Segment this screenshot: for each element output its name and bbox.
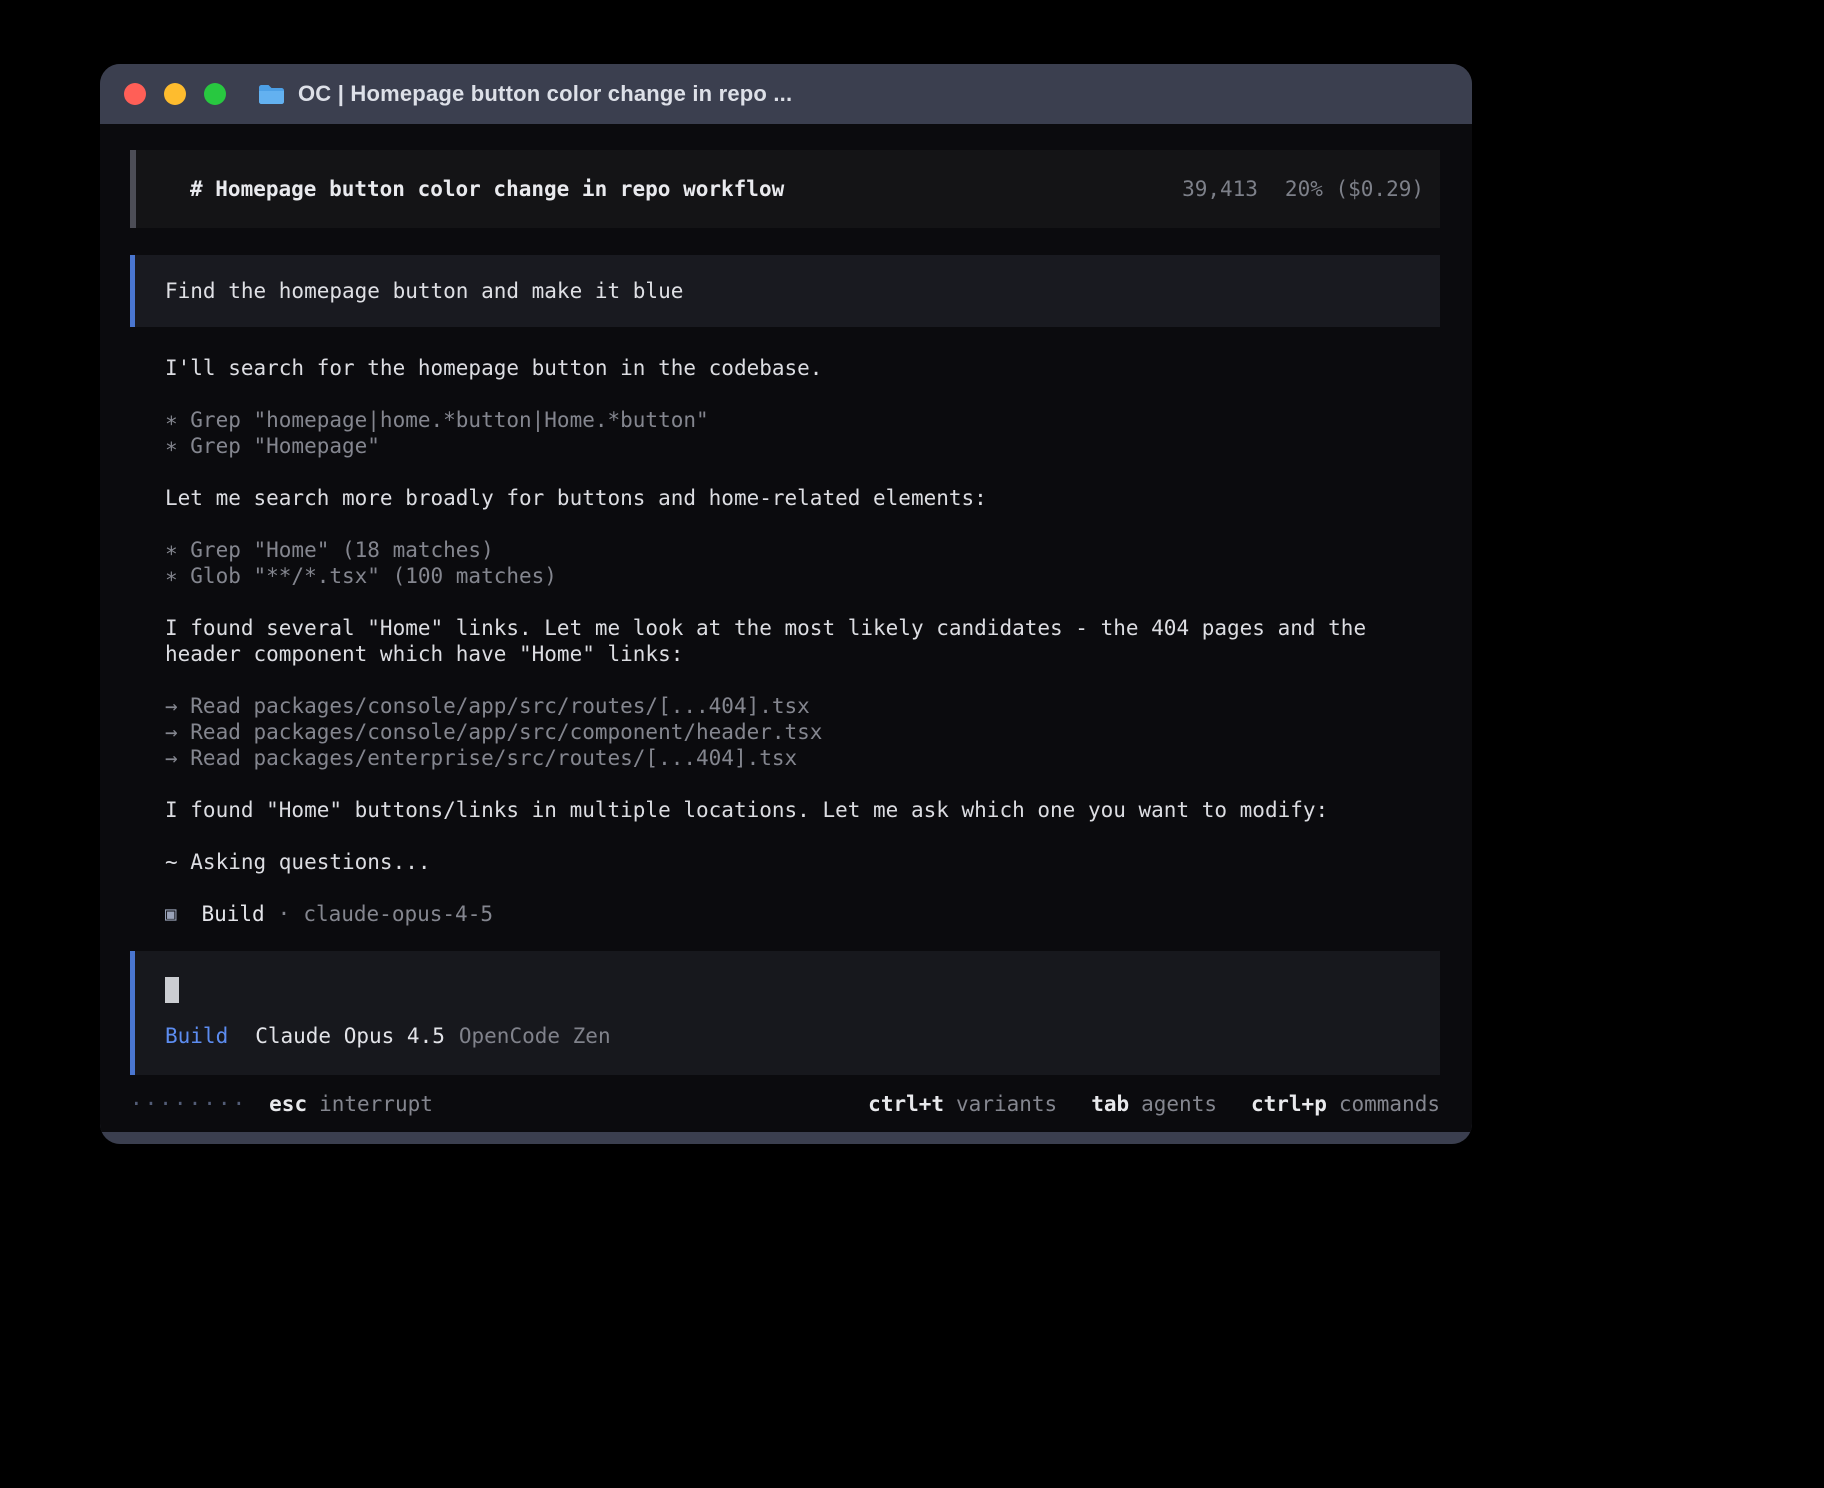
agent-status-row: ▣ Build · claude-opus-4-5 [165, 901, 1440, 927]
spinner-dots: ········ [130, 1091, 247, 1117]
model-name-label: Claude Opus 4.5 [255, 1023, 445, 1049]
separator-dot: · [278, 901, 291, 927]
shortcut-key: ctrl+p [1251, 1091, 1327, 1117]
agent-model: claude-opus-4-5 [303, 901, 493, 927]
tool-call-grep: ∗ Grep "Homepage" [165, 433, 1440, 459]
input-status-bar: Build Claude Opus 4.5 OpenCode Zen [165, 1023, 1416, 1049]
shortcut-key: tab [1091, 1091, 1129, 1117]
assistant-text: I'll search for the homepage button in t… [165, 355, 1440, 381]
footer-shortcuts: ctrl+t variants tab agents ctrl+p comman… [868, 1091, 1440, 1117]
close-button[interactable] [124, 83, 146, 105]
folder-icon [258, 83, 285, 105]
window-title-group: OC | Homepage button color change in rep… [258, 81, 792, 107]
tool-call-grep: ∗ Grep "homepage|home.*button|Home.*butt… [165, 407, 1440, 433]
assistant-text: I found several "Home" links. Let me loo… [165, 615, 1440, 667]
shortcut-agents: tab agents [1091, 1091, 1217, 1117]
user-message-text: Find the homepage button and make it blu… [165, 279, 683, 303]
session-title: # Homepage button color change in repo w… [190, 176, 784, 202]
shortcut-label: agents [1141, 1091, 1217, 1117]
context-usage: 20% ($0.29) [1285, 176, 1424, 202]
tool-call-read: → Read packages/enterprise/src/routes/[.… [165, 745, 1440, 771]
tool-call-glob: ∗ Glob "**/*.tsx" (100 matches) [165, 563, 1440, 589]
minimize-button[interactable] [164, 83, 186, 105]
transcript: I'll search for the homepage button in t… [165, 355, 1440, 927]
status-footer: ········ esc interrupt ctrl+t variants t… [130, 1091, 1440, 1117]
zoom-button[interactable] [204, 83, 226, 105]
tool-call-grep: ∗ Grep "Home" (18 matches) [165, 537, 1440, 563]
user-message-panel: Find the homepage button and make it blu… [130, 255, 1440, 327]
text-cursor [165, 977, 179, 1003]
shortcut-label: commands [1339, 1091, 1440, 1117]
esc-key-label: interrupt [319, 1091, 433, 1117]
token-count: 39,413 [1182, 176, 1258, 202]
shortcut-commands: ctrl+p commands [1251, 1091, 1440, 1117]
assistant-text: I found "Home" buttons/links in multiple… [165, 797, 1440, 823]
agent-name: Build [201, 901, 264, 927]
tool-call-read: → Read packages/console/app/src/routes/[… [165, 693, 1440, 719]
assistant-status-text: ~ Asking questions... [165, 849, 1440, 875]
footer-left: ········ esc interrupt [130, 1091, 433, 1117]
shortcut-variants: ctrl+t variants [868, 1091, 1057, 1117]
session-stats: 39,413 20% ($0.29) [1182, 176, 1424, 202]
window-titlebar[interactable]: OC | Homepage button color change in rep… [100, 64, 1472, 124]
desktop-background: OC | Homepage button color change in rep… [0, 0, 1824, 1488]
shortcut-label: variants [956, 1091, 1057, 1117]
terminal-window: OC | Homepage button color change in rep… [100, 64, 1472, 1144]
agent-mode-label: Build [165, 1023, 228, 1049]
window-bottom-edge [100, 1132, 1472, 1144]
input-line[interactable] [165, 977, 1416, 1003]
prompt-input[interactable]: Build Claude Opus 4.5 OpenCode Zen [130, 951, 1440, 1075]
shortcut-key: ctrl+t [868, 1091, 944, 1117]
provider-name-label: OpenCode Zen [459, 1023, 611, 1049]
assistant-text: Let me search more broadly for buttons a… [165, 485, 1440, 511]
session-header: # Homepage button color change in repo w… [130, 150, 1440, 228]
tool-call-read: → Read packages/console/app/src/componen… [165, 719, 1440, 745]
window-title: OC | Homepage button color change in rep… [298, 81, 792, 107]
traffic-lights [124, 83, 226, 105]
agent-icon: ▣ [165, 901, 176, 927]
esc-key-hint: esc [269, 1091, 307, 1117]
terminal-content: # Homepage button color change in repo w… [100, 124, 1472, 1132]
